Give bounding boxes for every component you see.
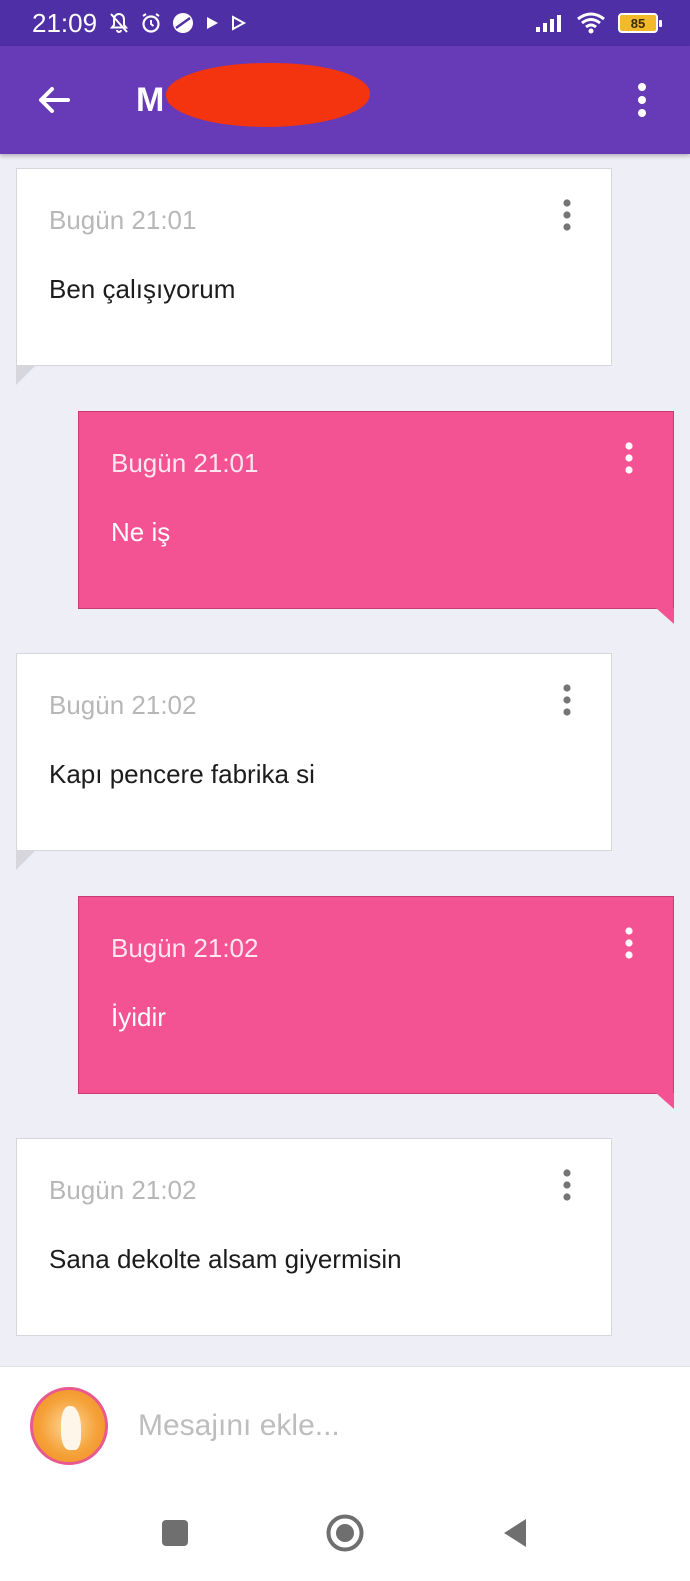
message-outgoing[interactable]: Bugün 21:01 Ne iş	[78, 411, 674, 624]
bubble-tail	[16, 829, 36, 870]
message-incoming[interactable]: Bugün 21:01 Ben çalışıyorum	[16, 168, 612, 385]
message-menu-button[interactable]	[617, 925, 641, 961]
redaction-mark	[166, 62, 370, 127]
message-text: Ne iş	[111, 517, 171, 547]
overflow-menu-button[interactable]	[622, 70, 662, 130]
composer-bar	[0, 1366, 690, 1484]
conversation-title: M	[136, 62, 370, 127]
message-text: Ben çalışıyorum	[49, 274, 236, 304]
alarm-icon	[139, 11, 163, 35]
more-vertical-icon	[563, 199, 571, 231]
status-icons-right: 85	[534, 12, 662, 34]
message-text: Kapı pencere fabrika si	[49, 759, 315, 789]
system-back-button[interactable]	[490, 1508, 540, 1558]
message-incoming[interactable]: Bugün 21:02 Kapı pencere fabrika si	[16, 653, 612, 870]
home-button[interactable]	[320, 1508, 370, 1558]
play-icon	[229, 14, 247, 32]
bubble-tail	[656, 1093, 674, 1109]
avatar-figure	[61, 1405, 81, 1450]
message-time: Bugün 21:02	[49, 690, 197, 720]
message-time: Bugün 21:01	[49, 205, 197, 235]
message-time: Bugün 21:01	[111, 448, 259, 478]
message-time: Bugün 21:02	[111, 933, 259, 963]
back-icon	[504, 1518, 526, 1547]
recent-apps-button[interactable]	[150, 1508, 200, 1558]
status-time: 21:09	[32, 7, 98, 38]
more-vertical-icon	[625, 927, 633, 959]
message-outgoing[interactable]: Bugün 21:02 İyidir	[78, 896, 674, 1109]
message-menu-button[interactable]	[555, 1167, 579, 1203]
message-incoming[interactable]: Bugün 21:02 Sana dekolte alsam giyermisi…	[16, 1138, 612, 1336]
message-input[interactable]	[138, 1395, 690, 1456]
title-text: M	[136, 80, 165, 119]
battery-icon: 85	[618, 13, 662, 33]
message-menu-button[interactable]	[555, 197, 579, 233]
app-icon	[171, 11, 195, 35]
arrow-left-icon	[39, 87, 70, 113]
back-button[interactable]	[24, 70, 84, 130]
wifi-icon	[576, 12, 606, 34]
system-nav-bar	[0, 1484, 690, 1581]
app-bar: M	[0, 46, 690, 154]
muted-bell-icon	[107, 11, 131, 35]
more-vertical-icon	[563, 1169, 571, 1201]
message-text: İyidir	[111, 1002, 166, 1032]
more-vertical-icon	[625, 442, 633, 474]
message-menu-button[interactable]	[617, 440, 641, 476]
signal-icon	[534, 13, 564, 33]
home-icon	[326, 1514, 364, 1551]
more-vertical-icon	[638, 83, 646, 117]
more-vertical-icon	[563, 684, 571, 716]
avatar[interactable]	[30, 1386, 108, 1465]
message-time: Bugün 21:02	[49, 1175, 197, 1205]
message-list[interactable]: Bugün 21:01 Ben çalışıyorum Bugün 21:01 …	[0, 154, 690, 1366]
message-text: Sana dekolte alsam giyermisin	[49, 1244, 402, 1274]
recent-apps-icon	[162, 1519, 188, 1546]
bubble-tail	[16, 344, 36, 385]
status-icons-left	[107, 11, 247, 35]
message-menu-button[interactable]	[555, 682, 579, 718]
bubble-tail	[656, 608, 674, 624]
play-icon	[203, 14, 221, 32]
status-bar: 21:09 85	[0, 0, 690, 46]
